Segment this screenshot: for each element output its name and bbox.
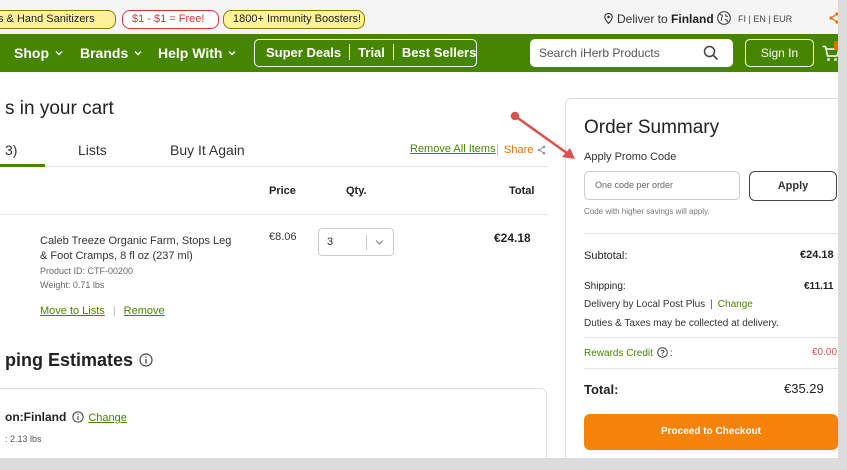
- total-value: €35.29: [784, 381, 824, 396]
- rewards-credit-label: Rewards Credit:: [584, 347, 673, 359]
- divider: |: [112, 305, 116, 317]
- column-qty: Qty.: [346, 185, 367, 197]
- divider: [584, 337, 838, 338]
- promo-hint: Code with higher savings will apply.: [584, 207, 710, 216]
- chevron-down-icon: [375, 240, 384, 245]
- nav-best-sellers[interactable]: Best Sellers: [402, 45, 476, 60]
- apply-promo-button[interactable]: Apply: [749, 171, 837, 201]
- info-icon[interactable]: [72, 411, 84, 423]
- tab-cart[interactable]: 3): [5, 142, 17, 158]
- row-divider: [0, 214, 548, 215]
- deliver-prefix: Deliver to: [617, 12, 672, 26]
- product-weight: Weight: 0.71 lbs: [40, 280, 105, 290]
- annotation-arrow-icon: [510, 111, 575, 159]
- tab-buy-it-again[interactable]: Buy It Again: [170, 142, 245, 158]
- tab-lists[interactable]: Lists: [78, 142, 107, 158]
- cart-heading: s in your cart: [5, 98, 114, 119]
- delivery-change-link[interactable]: Change: [718, 299, 753, 310]
- nav-shop[interactable]: Shop: [14, 45, 63, 61]
- locale-selector[interactable]: FI | EN | EUR: [738, 14, 792, 24]
- colon: :: [669, 348, 673, 359]
- deals-group: Super Deals Trial Best Sellers: [254, 39, 477, 67]
- nav-trial[interactable]: Trial: [358, 45, 385, 60]
- chevron-down-icon: [55, 51, 63, 56]
- divider: [392, 44, 394, 60]
- delivery-method: Delivery by Local Post Plus | Change: [584, 299, 753, 310]
- move-to-lists-link[interactable]: Move to Lists: [40, 305, 105, 317]
- subtotal-value: €24.18: [800, 249, 834, 261]
- nav-help-label: Help With: [158, 45, 223, 61]
- shipping-value: €11.11: [804, 281, 834, 292]
- rewards-credit-value: €0.00: [812, 347, 838, 358]
- cart-count-badge: [834, 41, 838, 50]
- promo-pill-free[interactable]: $1 - $1 = Free!: [122, 10, 219, 29]
- divider: [366, 235, 367, 250]
- promo-pill-sanitizers[interactable]: s & Hand Sanitizers: [0, 10, 116, 29]
- rewards-credit-text: Rewards Credit: [584, 348, 653, 359]
- nav-super-deals[interactable]: Super Deals: [266, 45, 341, 60]
- location-pin-icon: [604, 13, 613, 24]
- shipping-estimates-heading: ping Estimates: [5, 350, 153, 371]
- shipping-heading-text: ping Estimates: [5, 350, 134, 370]
- delivery-method-text: Delivery by Local Post Plus: [584, 299, 706, 310]
- nav-shop-label: Shop: [14, 45, 49, 61]
- main-nav: Shop Brands Help With Super Deals Trial Be…: [0, 34, 838, 72]
- tab-divider: [0, 166, 548, 167]
- active-tab-indicator: [0, 164, 45, 167]
- search-input[interactable]: Search iHerb Products: [530, 39, 733, 67]
- globe-icon[interactable]: [717, 11, 731, 25]
- promo-pill-immunity[interactable]: 1800+ Immunity Boosters!: [223, 10, 365, 29]
- column-total: Total: [509, 185, 535, 197]
- product-id: Product ID: CTF-00200: [40, 266, 134, 276]
- shipping-change-link[interactable]: Change: [88, 412, 127, 424]
- divider: [584, 368, 838, 369]
- chevron-down-icon: [134, 51, 142, 56]
- sign-in-button[interactable]: Sign In: [745, 39, 814, 67]
- product-price: €8.06: [269, 231, 297, 243]
- chevron-down-icon: [228, 51, 236, 56]
- divider: [349, 44, 351, 60]
- order-summary-title: Order Summary: [584, 117, 720, 138]
- nav-brands[interactable]: Brands: [80, 45, 142, 61]
- promo-code-label: Apply Promo Code: [584, 151, 677, 163]
- product-total: €24.18: [494, 231, 531, 245]
- product-name[interactable]: Caleb Treeze Organic Farm, Stops Leg & F…: [40, 234, 240, 264]
- proceed-to-checkout-button[interactable]: Proceed to Checkout: [584, 414, 838, 450]
- browser-viewport: s & Hand Sanitizers $1 - $1 = Free! 1800…: [0, 0, 838, 458]
- deliver-country: Finland: [671, 12, 714, 26]
- search-placeholder: Search iHerb Products: [539, 46, 660, 60]
- divider: |: [710, 299, 713, 310]
- shipping-label: Shipping:: [584, 281, 626, 292]
- nav-help-with[interactable]: Help With: [158, 45, 236, 61]
- promo-bar: s & Hand Sanitizers $1 - $1 = Free! 1800…: [0, 0, 838, 34]
- shipping-destination: on:Finland Change: [5, 410, 127, 424]
- total-label: Total:: [584, 382, 619, 397]
- remove-item-link[interactable]: Remove: [124, 305, 165, 317]
- duties-note: Duties & Taxes may be collected at deliv…: [584, 318, 779, 329]
- shipping-weight: : 2.13 lbs: [5, 434, 42, 444]
- divider: [584, 233, 838, 234]
- info-icon[interactable]: [139, 353, 153, 367]
- search-icon[interactable]: [703, 45, 719, 61]
- column-price: Price: [269, 185, 296, 197]
- deliver-to[interactable]: Deliver to Finland: [604, 12, 714, 26]
- shipping-destination-text: on:Finland: [5, 410, 67, 424]
- product-actions: Move to Lists | Remove: [40, 305, 165, 317]
- divider: [497, 144, 498, 155]
- quantity-value: 3: [327, 236, 334, 248]
- help-icon[interactable]: [657, 347, 668, 358]
- remove-all-items-link[interactable]: Remove All Items: [410, 143, 496, 155]
- subtotal-label: Subtotal:: [584, 250, 628, 262]
- quantity-select[interactable]: 3: [318, 228, 394, 256]
- nav-brands-label: Brands: [80, 45, 129, 61]
- share-icon[interactable]: [829, 12, 838, 24]
- promo-code-input[interactable]: One code per order: [584, 171, 740, 200]
